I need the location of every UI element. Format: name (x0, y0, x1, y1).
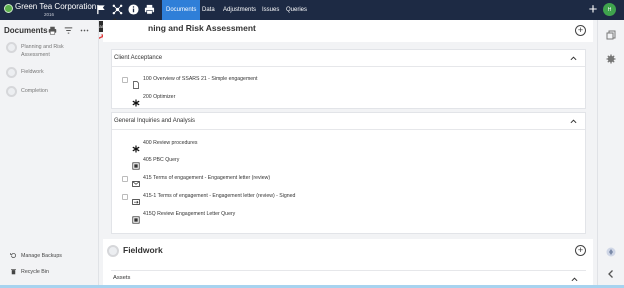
sidebar-item-label: Completion (21, 88, 48, 94)
item-label: 415Q Review Engagement Letter Query (143, 211, 236, 217)
print-icon[interactable] (47, 25, 57, 35)
stage-header: ning and Risk Assessment + (103, 20, 593, 42)
sidebar: Documents Planning and Risk Assessment F… (0, 20, 99, 286)
recycle-bin-label: Recycle Bin (21, 268, 49, 275)
list-item[interactable]: 200 Optimizer (122, 93, 542, 107)
section-title: Client Acceptance (114, 55, 163, 61)
manage-backups-label: Manage Backups (21, 252, 62, 259)
page-title: ning and Risk Assessment (148, 23, 256, 33)
progress-circle-icon (6, 67, 17, 78)
chevron-up-icon[interactable] (570, 118, 577, 125)
progress-circle-icon (6, 42, 17, 53)
asterisk-icon (132, 94, 140, 107)
progress-circle-icon (6, 86, 17, 97)
item-checkbox[interactable] (122, 194, 128, 200)
progress-circle-icon (107, 245, 119, 257)
list-item[interactable]: 100 Overview of SSARS 21 - Simple engage… (122, 75, 542, 89)
recycle-bin-button[interactable]: Recycle Bin (10, 268, 49, 275)
item-label: 100 Overview of SSARS 21 - Simple engage… (143, 76, 258, 82)
query-icon (132, 157, 140, 170)
main-content: ning and Risk Assessment + Client Accept… (100, 20, 597, 286)
chevron-up-icon[interactable] (570, 55, 577, 62)
gear-icon[interactable] (606, 51, 616, 64)
list-item[interactable]: 415 Terms of engagement - Engagement let… (122, 174, 542, 187)
list-item[interactable]: 405 PBC Query (122, 156, 542, 170)
item-label: 405 PBC Query (143, 157, 180, 163)
item-label: 415-1 Terms of engagement - Engagement l… (143, 193, 296, 199)
add-document-button[interactable]: + (575, 25, 586, 36)
backup-icon (10, 253, 16, 258)
sidebar-item-label: Fieldwork (21, 69, 44, 75)
section-header[interactable]: Client Acceptance (112, 50, 585, 67)
query-icon (132, 211, 140, 224)
stage-fieldwork: Fieldwork + Assets (103, 239, 593, 286)
section-header[interactable]: General Inquiries and Analysis (112, 113, 585, 130)
document-icon (132, 76, 140, 89)
item-label: 400 Review procedures (143, 140, 198, 146)
chevron-left-icon[interactable] (606, 266, 616, 278)
section-title: Assets (113, 275, 131, 281)
manage-backups-button[interactable]: Manage Backups (10, 252, 62, 259)
add-document-button[interactable]: + (575, 245, 586, 256)
item-label: 200 Optimizer (143, 94, 176, 100)
list-item[interactable]: 415-1 Terms of engagement - Engagement l… (122, 192, 542, 205)
signed-letter-icon (132, 193, 140, 205)
item-checkbox[interactable] (122, 77, 128, 83)
section-general-inquiries: General Inquiries and Analysis 400 Revie… (111, 112, 586, 234)
chevron-up-icon[interactable] (571, 276, 578, 283)
section-assets[interactable]: Assets (111, 270, 586, 286)
navigator-icon[interactable] (606, 244, 616, 257)
sidebar-title: Documents (4, 26, 48, 35)
filter-icon[interactable] (63, 25, 73, 35)
section-client-acceptance: Client Acceptance 100 Overview of SSARS … (111, 49, 586, 109)
list-item[interactable]: 415Q Review Engagement Letter Query (122, 210, 542, 224)
item-label: 415 Terms of engagement - Engagement let… (143, 175, 271, 181)
item-checkbox[interactable] (122, 176, 128, 182)
list-item[interactable]: 400 Review procedures (122, 139, 542, 153)
copy-icon[interactable] (606, 27, 616, 40)
section-title: General Inquiries and Analysis (114, 118, 196, 124)
more-icon[interactable] (79, 25, 89, 35)
right-rail (597, 20, 624, 286)
stage-title: Fieldwork (123, 245, 163, 255)
letter-icon (132, 175, 140, 187)
sidebar-item-label: Planning and Risk Assessment (21, 44, 64, 58)
asterisk-icon (132, 140, 140, 153)
trash-icon (11, 269, 16, 275)
